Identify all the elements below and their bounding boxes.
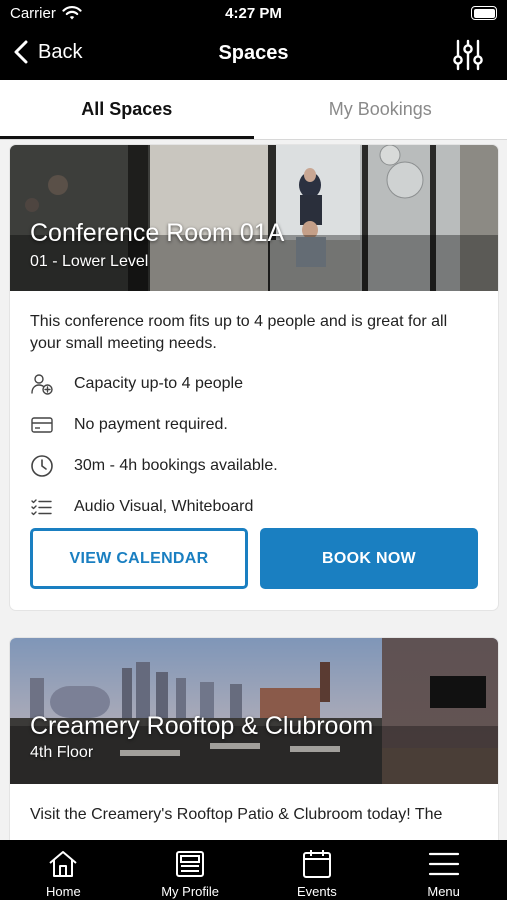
- tab-label: My Profile: [161, 884, 220, 899]
- filter-sliders-icon[interactable]: [451, 38, 485, 72]
- space-card[interactable]: Creamery Rooftop & Clubroom 4th Floor Vi…: [10, 638, 498, 840]
- spaces-tabs: All Spaces My Bookings: [0, 80, 507, 140]
- space-photo: Conference Room 01A 01 - Lower Level: [10, 145, 498, 291]
- spaces-list[interactable]: Conference Room 01A 01 - Lower Level Thi…: [0, 140, 507, 840]
- back-button[interactable]: Back: [12, 40, 82, 64]
- person-add-icon: [31, 373, 53, 395]
- space-features: Capacity up-to 4 people No payment requi…: [10, 363, 498, 527]
- feature-label: 30m - 4h bookings available.: [74, 456, 278, 474]
- tab-label: Home: [46, 884, 81, 899]
- tab-label: Events: [297, 884, 337, 899]
- space-description: This conference room fits up to 4 people…: [30, 313, 448, 352]
- tab-my-profile[interactable]: My Profile: [127, 840, 254, 900]
- space-name: Creamery Rooftop & Clubroom: [30, 712, 374, 740]
- card-actions: VIEW CALENDAR BOOK NOW: [30, 528, 478, 589]
- space-photo: Creamery Rooftop & Clubroom 4th Floor: [10, 638, 498, 784]
- status-bar: Carrier 4:27 PM: [0, 0, 507, 30]
- bottom-tab-bar: Home My Profile Events Menu: [0, 840, 507, 900]
- clock-icon: [31, 454, 53, 477]
- feature-label: No payment required.: [74, 415, 228, 433]
- checklist-icon: [31, 498, 52, 515]
- feature-label: Audio Visual, Whiteboard: [74, 497, 254, 515]
- space-floor: 4th Floor: [30, 744, 94, 761]
- tab-all-spaces[interactable]: All Spaces: [0, 80, 254, 139]
- space-card[interactable]: Conference Room 01A 01 - Lower Level Thi…: [10, 145, 498, 610]
- credit-card-icon: [31, 416, 53, 433]
- calendar-icon: [302, 850, 331, 878]
- feature-capacity: Capacity up-to 4 people: [10, 363, 498, 404]
- chevron-left-icon: [14, 40, 28, 64]
- tab-home[interactable]: Home: [0, 840, 127, 900]
- home-icon: [49, 851, 78, 877]
- tab-label: Menu: [427, 884, 460, 899]
- feature-payment: No payment required.: [10, 404, 498, 445]
- space-name: Conference Room 01A: [30, 219, 285, 247]
- space-floor: 01 - Lower Level: [30, 253, 149, 270]
- back-label: Back: [38, 40, 83, 63]
- hamburger-menu-icon: [428, 852, 459, 876]
- rooftop-photo: [10, 638, 498, 784]
- feature-label: Capacity up-to 4 people: [74, 374, 243, 392]
- tab-my-bookings[interactable]: My Bookings: [254, 80, 507, 139]
- view-calendar-button[interactable]: VIEW CALENDAR: [30, 528, 248, 589]
- feature-amenities: Audio Visual, Whiteboard: [10, 486, 498, 527]
- tab-menu[interactable]: Menu: [380, 840, 507, 900]
- tab-events[interactable]: Events: [254, 840, 381, 900]
- book-now-button[interactable]: BOOK NOW: [260, 528, 478, 589]
- feature-duration: 30m - 4h bookings available.: [10, 445, 498, 486]
- battery-icon: [471, 6, 497, 20]
- app-screen: Carrier 4:27 PM Back Spaces All Spaces M…: [0, 0, 507, 900]
- clock-time: 4:27 PM: [225, 5, 282, 22]
- navigation-bar: Back Spaces: [0, 30, 507, 80]
- profile-card-icon: [176, 851, 205, 877]
- space-description: Visit the Creamery's Rooftop Patio & Clu…: [30, 806, 443, 823]
